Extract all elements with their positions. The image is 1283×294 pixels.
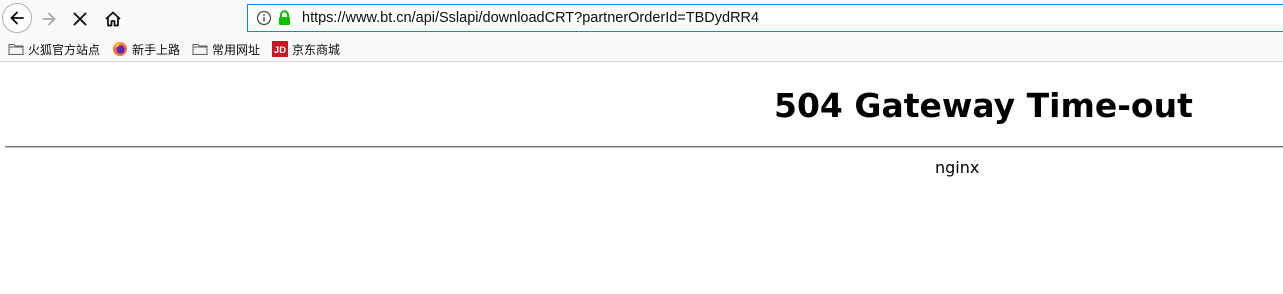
bookmark-label: 火狐官方站点 xyxy=(28,42,101,57)
stop-button[interactable] xyxy=(65,4,95,34)
bookmark-label: 常用网址 xyxy=(212,42,261,57)
url-text[interactable]: https://www.bt.cn/api/Sslapi/downloadCRT… xyxy=(302,10,759,26)
back-arrow-icon xyxy=(10,11,24,25)
bookmark-label: 新手上路 xyxy=(132,42,181,57)
forward-arrow-icon xyxy=(42,12,56,26)
bookmarks-toolbar: 火狐官方站点 新手上路 常用网址 JD 京东商城 xyxy=(0,38,1283,62)
stop-loading-icon xyxy=(73,12,87,26)
page-content: 504 Gateway Time-out nginx xyxy=(0,62,1283,294)
firefox-icon xyxy=(112,41,128,57)
jd-icon: JD xyxy=(272,41,288,57)
site-info-icon[interactable] xyxy=(256,10,272,26)
folder-icon xyxy=(8,42,24,56)
home-icon xyxy=(105,11,121,27)
bookmark-jd-mall[interactable]: JD 京东商城 xyxy=(272,38,340,60)
page-title: 504 Gateway Time-out xyxy=(774,86,1193,125)
bookmark-label: 京东商城 xyxy=(292,42,341,57)
forward-button[interactable] xyxy=(34,4,64,34)
bookmark-common-sites[interactable]: 常用网址 xyxy=(192,38,260,60)
back-button[interactable] xyxy=(2,3,32,33)
secure-lock-icon[interactable] xyxy=(277,10,292,26)
bookmark-getting-started[interactable]: 新手上路 xyxy=(112,38,180,60)
folder-icon xyxy=(192,42,208,56)
server-name: nginx xyxy=(935,158,980,177)
divider xyxy=(5,146,1283,148)
bookmark-firefox-official[interactable]: 火狐官方站点 xyxy=(8,38,100,60)
home-button[interactable] xyxy=(98,4,128,34)
svg-text:JD: JD xyxy=(274,45,286,56)
browser-toolbar: https://www.bt.cn/api/Sslapi/downloadCRT… xyxy=(0,0,1283,38)
url-bar[interactable]: https://www.bt.cn/api/Sslapi/downloadCRT… xyxy=(247,4,1283,32)
